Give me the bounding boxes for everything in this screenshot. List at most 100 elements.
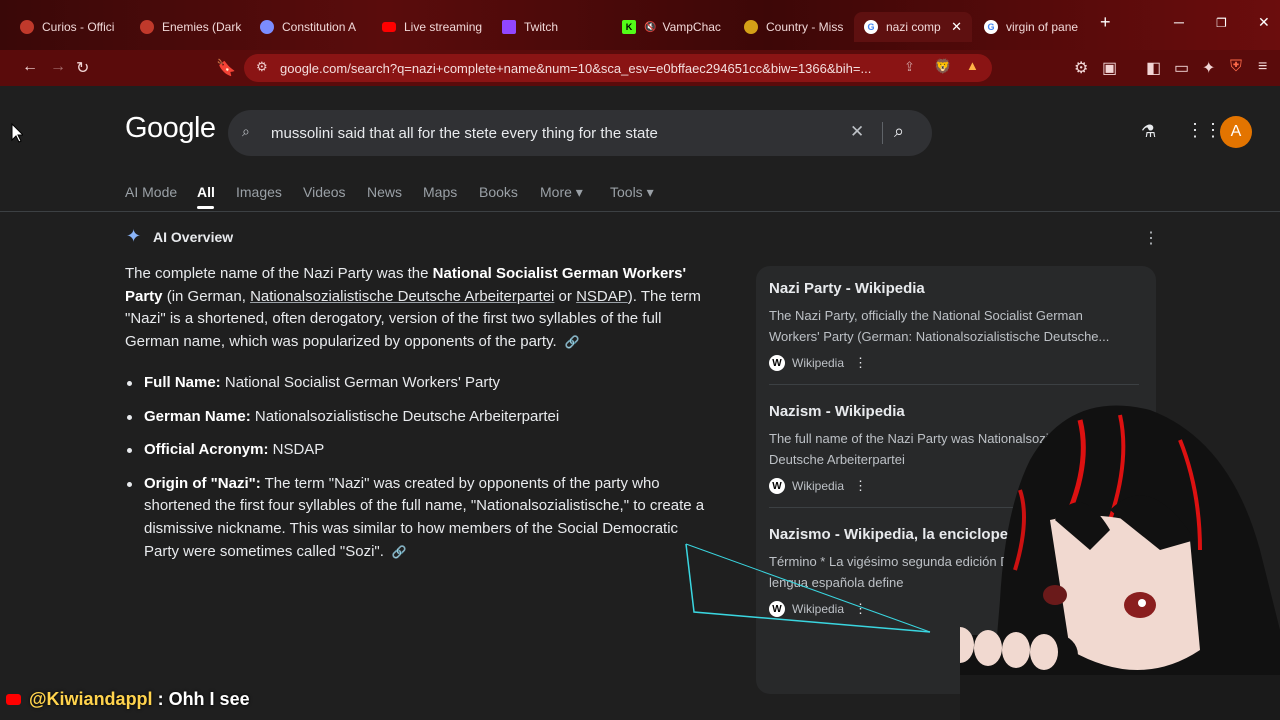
source-desc: The Nazi Party, officially the National … xyxy=(769,308,1110,344)
tab-country[interactable]: Country - Miss xyxy=(734,12,852,42)
vtuber-avatar xyxy=(960,405,1280,720)
labs-flask-icon[interactable]: ⚗ xyxy=(1141,122,1156,142)
mouse-cursor-icon xyxy=(11,123,23,143)
restore-icon[interactable]: ❐ xyxy=(1216,16,1227,30)
ai-sparkle-icon: ✦ xyxy=(126,226,142,246)
bullet-text: NSDAP xyxy=(268,441,325,459)
nav-tools[interactable]: Tools ▾ xyxy=(610,184,654,201)
nsdap-link[interactable]: NSDAP xyxy=(576,288,628,305)
bullet-label: Full Name: xyxy=(144,374,221,391)
header-divider xyxy=(0,211,1280,212)
twitch-icon xyxy=(502,20,516,34)
nav-maps[interactable]: Maps xyxy=(423,184,457,200)
google-logo[interactable]: Google xyxy=(125,112,216,145)
kick-icon: K xyxy=(622,20,636,34)
share-icon[interactable]: ⇪ xyxy=(904,59,915,75)
bullet-text: National Socialist German Workers' Party xyxy=(220,374,501,391)
menu-icon[interactable]: ≡ xyxy=(1258,58,1267,76)
chatgpt-icon xyxy=(260,20,274,34)
curios-icon xyxy=(20,20,34,34)
browser-tab-bar: Curios - Offici Enemies (Dark Constituti… xyxy=(0,0,1280,50)
wikipedia-icon: W xyxy=(769,478,785,494)
wallet-icon[interactable]: ▭ xyxy=(1174,58,1189,78)
para-text: or xyxy=(554,287,577,305)
nav-news[interactable]: News xyxy=(367,184,402,200)
search-icon: ⌕ xyxy=(242,123,250,139)
tab-vampchac[interactable]: K 🔇 VampChac xyxy=(612,12,730,42)
youtube-icon xyxy=(382,22,396,32)
rewards-icon[interactable]: ▲ xyxy=(966,58,979,73)
url-text[interactable]: google.com/search?q=nazi+complete+name&n… xyxy=(280,61,890,76)
clear-icon[interactable]: ✕ xyxy=(850,122,864,142)
chat-separator: : xyxy=(152,689,169,709)
mute-icon[interactable]: 🔇 xyxy=(644,22,656,33)
new-tab-icon[interactable]: + xyxy=(1100,12,1111,33)
bullet-label: Origin of "Nazi": xyxy=(144,474,261,492)
more-options-icon[interactable]: ⋮ xyxy=(854,478,867,494)
tab-curios[interactable]: Curios - Offici xyxy=(10,12,128,42)
search-query-text[interactable]: mussolini said that all for the stete ev… xyxy=(271,125,658,142)
para-text: The complete name of the Nazi Party was … xyxy=(125,265,433,282)
nav-more[interactable]: More ▾ xyxy=(540,184,583,201)
source-site: W Wikipedia ⋮ xyxy=(769,355,1149,371)
apps-grid-icon[interactable]: ⋮⋮ xyxy=(1186,120,1222,141)
youtube-icon xyxy=(6,694,21,705)
source-site-name: Wikipedia xyxy=(792,356,845,370)
brave-icon[interactable]: 🦁 xyxy=(934,58,951,75)
forward-icon[interactable]: → xyxy=(50,58,66,76)
nav-all[interactable]: All xyxy=(197,184,215,200)
source-card[interactable]: Nazi Party - Wikipedia The Nazi Party, o… xyxy=(769,280,1149,371)
tab-title: virgin of pane xyxy=(1006,20,1079,34)
nav-ai-mode[interactable]: AI Mode xyxy=(125,184,177,200)
globe-icon xyxy=(744,20,758,34)
site-info-icon[interactable]: ⚙ xyxy=(256,59,268,75)
bullet-label: Official Acronym: xyxy=(144,441,269,459)
nav-videos[interactable]: Videos xyxy=(303,184,346,200)
german-name-link[interactable]: Nationalsozialistische Deutsche Arbeiter… xyxy=(250,288,554,305)
stream-chat-message: @Kiwiandappl : Ohh I see xyxy=(6,689,250,710)
screenshot-icon[interactable]: ▣ xyxy=(1102,58,1117,78)
reload-icon[interactable]: ↻ xyxy=(76,58,89,78)
list-item: Origin of "Nazi": The term "Nazi" was cr… xyxy=(125,473,710,563)
tab-title: Twitch xyxy=(524,20,559,34)
minimize-icon[interactable]: ─ xyxy=(1174,14,1184,30)
source-site-name: Wikipedia xyxy=(792,479,845,493)
brave-shield-icon[interactable]: ⛨ xyxy=(1230,58,1242,76)
tab-title: Country - Miss xyxy=(766,20,844,34)
nav-images[interactable]: Images xyxy=(236,184,282,200)
close-window-icon[interactable]: ✕ xyxy=(1258,14,1270,31)
account-avatar[interactable]: A xyxy=(1220,116,1252,148)
link-icon[interactable]: 🔗 xyxy=(565,335,580,349)
source-title[interactable]: Nazi Party - Wikipedia xyxy=(769,280,1149,297)
tab-twitch[interactable]: Twitch xyxy=(492,12,610,42)
more-options-icon[interactable]: ⋮ xyxy=(854,355,867,371)
bullet-text: Nationalsozialistische Deutsche Arbeiter… xyxy=(250,407,560,425)
address-bar[interactable]: ⚙ google.com/search?q=nazi+complete+name… xyxy=(244,54,992,82)
link-icon[interactable]: 🔗 xyxy=(392,545,407,559)
ai-overview-paragraph: The complete name of the Nazi Party was … xyxy=(125,263,717,353)
tab-constitution[interactable]: Constitution A xyxy=(250,12,368,42)
tab-live-streaming[interactable]: Live streaming xyxy=(372,12,490,42)
list-item: German Name: Nationalsozialistische Deut… xyxy=(125,406,725,429)
back-icon[interactable]: ← xyxy=(22,58,38,76)
leo-ai-icon[interactable]: ✦ xyxy=(1202,58,1215,78)
tab-enemies[interactable]: Enemies (Dark xyxy=(130,12,248,42)
more-options-icon[interactable]: ⋮ xyxy=(1143,228,1159,248)
chat-text: Ohh I see xyxy=(168,689,250,709)
nav-books[interactable]: Books xyxy=(479,184,518,200)
tab-virgin[interactable]: G virgin of pane xyxy=(974,12,1092,42)
sidebar-icon[interactable]: ◧ xyxy=(1146,58,1161,78)
tab-title: Live streaming xyxy=(404,20,483,34)
search-submit-icon[interactable]: ⌕ xyxy=(894,121,904,142)
search-input[interactable]: ⌕ mussolini said that all for the stete … xyxy=(228,110,932,156)
tab-title: Enemies (Dark xyxy=(162,20,242,34)
close-tab-icon[interactable]: ✕ xyxy=(951,19,962,35)
bookmark-icon[interactable]: 🔖 xyxy=(216,58,236,78)
enemies-icon xyxy=(140,20,154,34)
tab-nazi-comp[interactable]: G nazi comp ✕ xyxy=(854,12,972,42)
overlay-line xyxy=(685,543,931,633)
search-divider xyxy=(882,122,883,144)
list-item: Full Name: National Socialist German Wor… xyxy=(125,372,725,395)
extensions-icon[interactable]: ⚙ xyxy=(1074,58,1088,78)
ai-overview-title: AI Overview xyxy=(153,229,234,245)
